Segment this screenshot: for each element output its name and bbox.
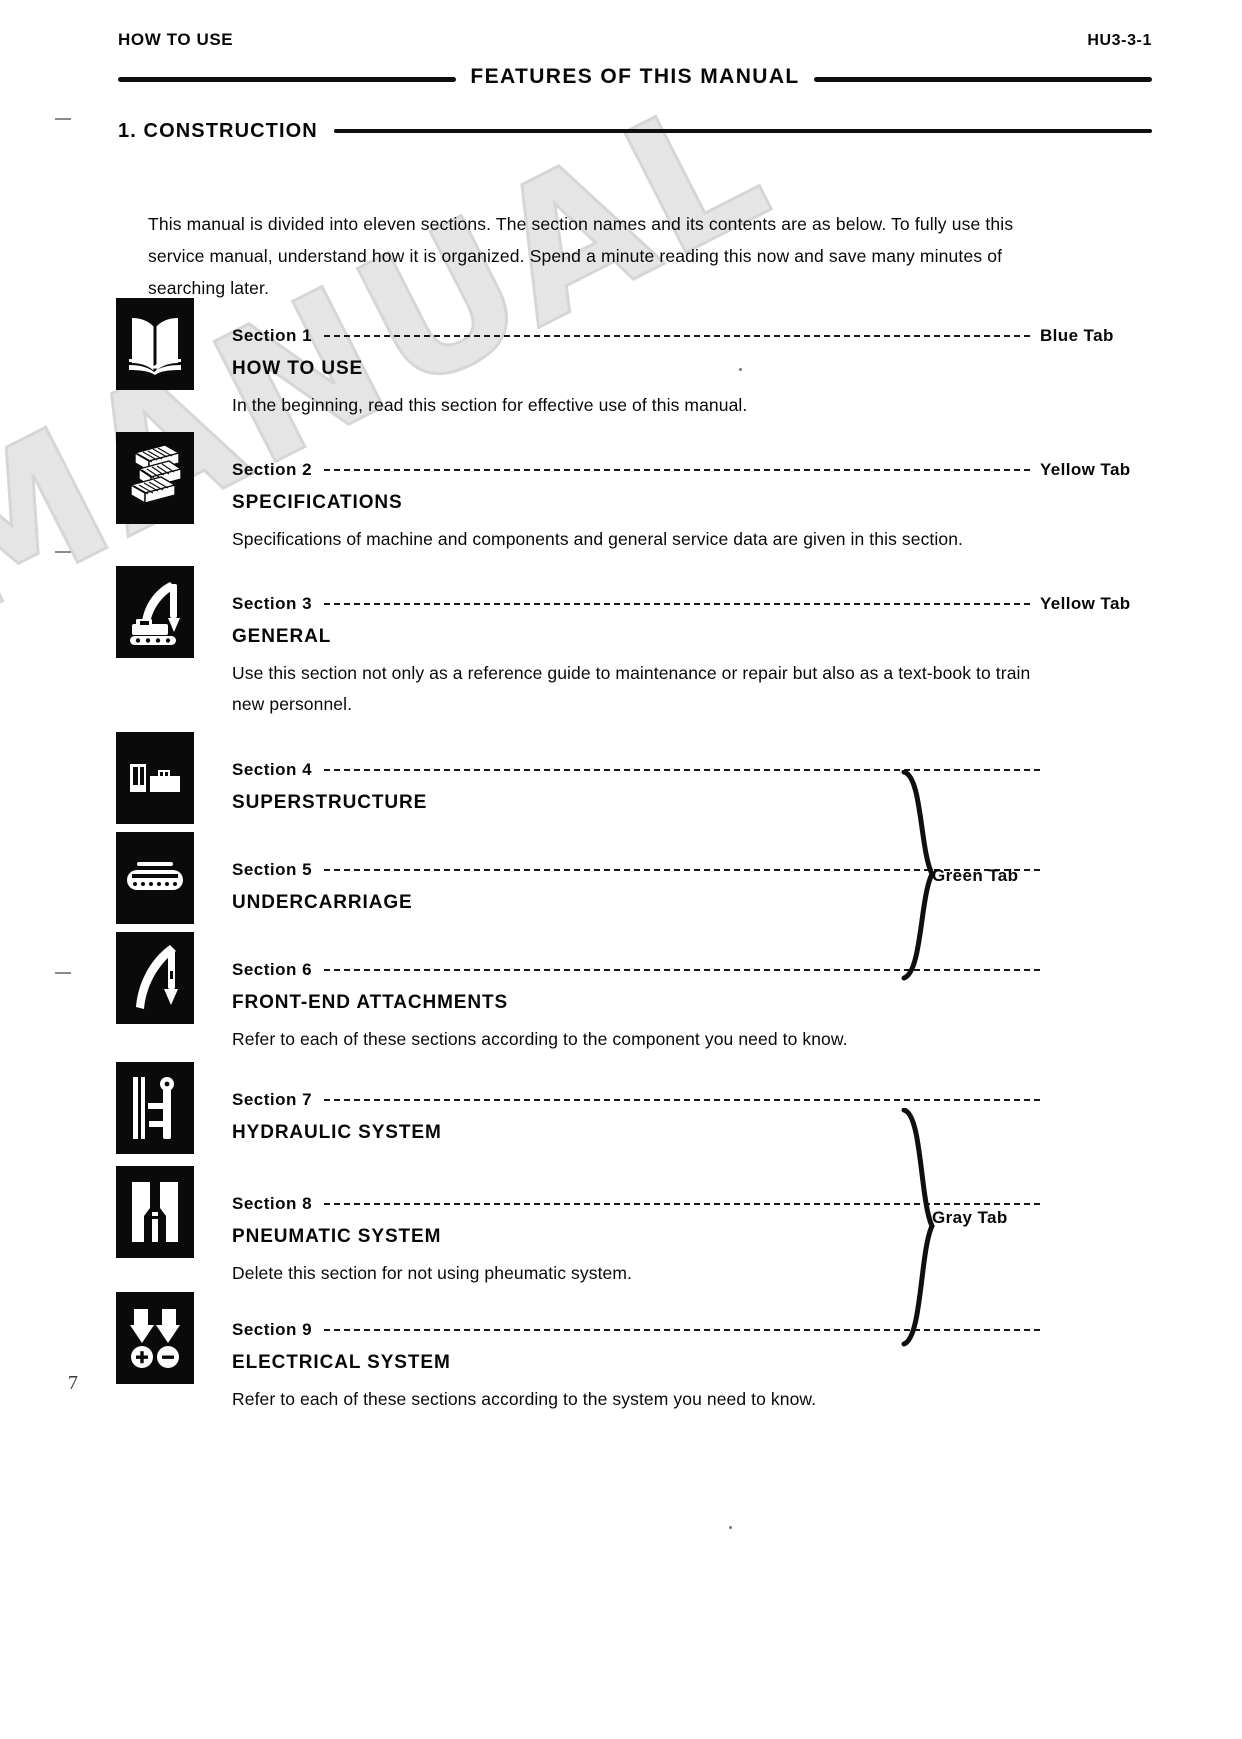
construction-heading: 1. CONSTRUCTION	[118, 120, 1152, 143]
construction-heading-label: 1. CONSTRUCTION	[118, 120, 318, 142]
section-entry-6-body: Section 6 FRONT-END ATTACHMENTS Refer to…	[232, 932, 1150, 1055]
open-book-icon	[116, 298, 194, 390]
section-entry-6-row: Section 6	[232, 960, 1150, 980]
construction-heading-rule	[333, 128, 1152, 133]
section-entry-4-body: Section 4 SUPERSTRUCTURE	[232, 732, 1150, 814]
section-entry-3-leader	[324, 602, 1030, 605]
title-rule-left	[118, 76, 457, 82]
boom-arm-icon	[116, 932, 194, 1024]
section-entry-4-title: SUPERSTRUCTURE	[232, 792, 428, 813]
section-entry-8-row: Section 8	[232, 1194, 1150, 1214]
section-entry-9-leader	[324, 1328, 1040, 1331]
intro-paragraph: This manual is divided into eleven secti…	[148, 213, 1014, 298]
section-entry-4-leader	[324, 768, 1040, 771]
excavator-icon	[116, 566, 194, 658]
section-entry-8-desc: Delete this section for not using pheuma…	[232, 1263, 633, 1283]
section-entry-1-row: Section 1 Blue Tab	[232, 326, 1150, 346]
section-entry-3-title: GENERAL	[232, 626, 332, 647]
section-entry-7-body: Section 7 HYDRAULIC SYSTEM	[232, 1062, 1150, 1144]
section-entry-1[interactable]: Section 1 Blue Tab HOW TO USE In the beg…	[110, 298, 1150, 432]
section-entry-2[interactable]: Section 2 Yellow Tab SPECIFICATIONS Spec…	[110, 432, 1150, 566]
cab-superstructure-icon	[116, 732, 194, 824]
edge-tick-mark	[55, 551, 71, 553]
section-entry-4-label: Section 4	[232, 760, 313, 779]
section-entry-8-title: PNEUMATIC SYSTEM	[232, 1226, 442, 1247]
section-list: Section 1 Blue Tab HOW TO USE In the beg…	[110, 298, 1150, 1422]
section-entry-7-row: Section 7	[232, 1090, 1150, 1110]
pneumatic-valve-icon	[116, 1166, 194, 1258]
section-entry-9[interactable]: Section 9 ELECTRICAL SYSTEM Refer to eac…	[110, 1292, 1150, 1422]
electrical-battery-icon	[116, 1292, 194, 1384]
section-entry-1-body: Section 1 Blue Tab HOW TO USE In the beg…	[232, 298, 1150, 421]
section-entry-2-desc: Specifications of machine and components…	[232, 529, 964, 549]
section-entry-3-desc: Use this section not only as a reference…	[232, 663, 1031, 714]
section-entry-1-title: HOW TO USE	[232, 358, 364, 379]
edge-tick-mark	[55, 972, 71, 974]
section-entry-7-title: HYDRAULIC SYSTEM	[232, 1122, 442, 1143]
section-entry-5-title: UNDERCARRIAGE	[232, 892, 413, 913]
section-entry-8[interactable]: Section 8 PNEUMATIC SYSTEM Delete this s…	[110, 1166, 1150, 1292]
page-number: 7	[68, 1372, 78, 1394]
header-document-code: HU3-3-1	[1087, 32, 1152, 49]
spec-sheets-icon	[116, 432, 194, 524]
section-entry-6-title: FRONT-END ATTACHMENTS	[232, 992, 509, 1013]
page-title-rule: FEATURES OF THIS MANUAL	[118, 64, 1153, 94]
section-entry-9-desc: Refer to each of these sections accordin…	[232, 1389, 817, 1409]
section-entry-2-body: Section 2 Yellow Tab SPECIFICATIONS Spec…	[232, 432, 1150, 555]
section-entry-8-leader	[324, 1202, 1040, 1205]
section-entry-1-label: Section 1	[232, 326, 313, 345]
section-entry-8-label: Section 8	[232, 1194, 313, 1213]
section-entry-9-body: Section 9 ELECTRICAL SYSTEM Refer to eac…	[232, 1292, 1150, 1415]
section-entry-3[interactable]: Section 3 Yellow Tab GENERAL Use this se…	[110, 566, 1150, 732]
section-entry-4-row: Section 4	[232, 760, 1150, 780]
track-undercarriage-icon	[116, 832, 194, 924]
edge-tick-mark	[55, 118, 71, 120]
manual-page: MANUAL HOW TO USE HU3-3-1 FEATURES OF TH…	[0, 0, 1242, 1739]
section-entry-3-body: Section 3 Yellow Tab GENERAL Use this se…	[232, 566, 1150, 720]
section-entry-5-label: Section 5	[232, 860, 313, 879]
section-entry-9-title: ELECTRICAL SYSTEM	[232, 1352, 451, 1373]
section-entry-2-row: Section 2 Yellow Tab	[232, 460, 1150, 480]
section-entry-2-leader	[324, 468, 1030, 471]
title-rule-right	[813, 76, 1153, 82]
section-entry-3-label: Section 3	[232, 594, 313, 613]
section-entry-9-row: Section 9	[232, 1320, 1150, 1340]
section-entry-1-leader	[324, 334, 1030, 337]
page-header: HOW TO USE HU3-3-1	[118, 30, 1152, 50]
section-entry-3-tab: Yellow Tab	[1040, 594, 1131, 613]
section-entry-2-label: Section 2	[232, 460, 313, 479]
section-entry-9-label: Section 9	[232, 1320, 313, 1339]
header-left-label: HOW TO USE	[118, 30, 234, 49]
section-entry-8-body: Section 8 PNEUMATIC SYSTEM Delete this s…	[232, 1166, 1150, 1289]
section-entry-1-desc: In the beginning, read this section for …	[232, 395, 748, 415]
section-entry-2-tab: Yellow Tab	[1040, 460, 1131, 479]
section-entry-7-leader	[324, 1098, 1040, 1101]
section-entry-7-label: Section 7	[232, 1090, 313, 1109]
green-tab-label: Green Tab	[932, 866, 1019, 885]
scan-speck	[729, 1526, 732, 1529]
section-entry-2-title: SPECIFICATIONS	[232, 492, 403, 513]
section-entry-7[interactable]: Section 7 HYDRAULIC SYSTEM	[110, 1062, 1150, 1166]
section-entry-6-desc: Refer to each of these sections accordin…	[232, 1029, 848, 1049]
section-entry-1-tab: Blue Tab	[1040, 326, 1114, 345]
section-entry-6-label: Section 6	[232, 960, 313, 979]
section-entry-6[interactable]: Section 6 FRONT-END ATTACHMENTS Refer to…	[110, 932, 1150, 1062]
page-title: FEATURES OF THIS MANUAL	[470, 65, 800, 88]
section-entry-3-row: Section 3 Yellow Tab	[232, 594, 1150, 614]
section-entry-6-leader	[324, 968, 1040, 971]
section-entry-4[interactable]: Section 4 SUPERSTRUCTURE	[110, 732, 1150, 832]
gray-tab-label: Gray Tab	[932, 1208, 1008, 1227]
hydraulic-cylinder-icon	[116, 1062, 194, 1154]
